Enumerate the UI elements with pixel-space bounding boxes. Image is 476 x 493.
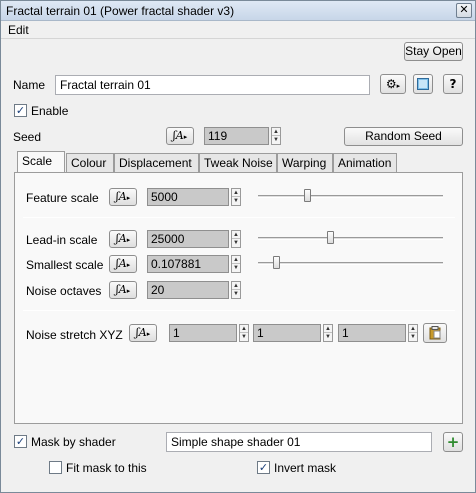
noise-stretch-function-button[interactable]: ʃA▸ (129, 324, 157, 342)
noise-stretch-y-field[interactable]: 1 (253, 324, 321, 342)
gear-icon: ⚙ (385, 77, 397, 91)
noise-stretch-x-field[interactable]: 1 (169, 324, 237, 342)
feature-scale-slider-track[interactable] (258, 195, 443, 198)
invert-mask-checkbox[interactable]: ✓ (257, 461, 270, 474)
lead-in-scale-field[interactable]: 25000 (147, 230, 229, 248)
noise-octaves-label: Noise octaves (26, 284, 102, 298)
name-field[interactable]: Fractal terrain 01 (55, 75, 370, 95)
smallest-scale-label: Smallest scale (26, 258, 104, 272)
random-seed-button[interactable]: Random Seed (344, 127, 463, 146)
add-shader-button[interactable]: + (443, 432, 463, 452)
invert-mask-label: Invert mask (274, 461, 337, 475)
preview-icon (417, 78, 429, 90)
tab-displacement[interactable]: Displacement (114, 153, 199, 172)
enable-checkbox[interactable]: ✓ (14, 104, 27, 117)
seed-label: Seed (13, 130, 42, 144)
lead-in-scale-function-button[interactable]: ʃA▸ (109, 230, 137, 248)
scale-panel: Feature scale ʃA▸ 5000 ▲ ▼ Lead-in scale … (14, 172, 463, 424)
separator (23, 310, 455, 311)
tab-animation[interactable]: Animation (333, 153, 397, 172)
feature-scale-spinner[interactable]: ▲ ▼ (231, 188, 241, 206)
lead-in-scale-label: Lead-in scale (26, 233, 98, 247)
stay-open-button[interactable]: Stay Open (404, 42, 463, 61)
tab-colour[interactable]: Colour (66, 153, 114, 172)
window-title: Fractal terrain 01 (Power fractal shader… (6, 4, 235, 18)
noise-stretch-z-field[interactable]: 1 (338, 324, 406, 342)
lead-in-scale-slider-thumb[interactable] (326, 231, 334, 244)
fit-mask-checkbox[interactable] (49, 461, 62, 474)
menu-bar: Edit (1, 21, 475, 39)
mask-by-shader-checkbox[interactable]: ✓ (14, 435, 27, 448)
noise-octaves-spinner[interactable]: ▲ ▼ (231, 281, 241, 299)
add-icon: + (446, 433, 460, 451)
tab-warping[interactable]: Warping (277, 153, 333, 172)
smallest-scale-field[interactable]: 0.107881 (147, 255, 229, 273)
gear-menu-button[interactable]: ⚙▸ (380, 74, 406, 94)
noise-stretch-y-spinner[interactable]: ▲ ▼ (323, 324, 333, 342)
noise-stretch-x-spinner[interactable]: ▲ ▼ (239, 324, 249, 342)
feature-scale-slider-thumb[interactable] (304, 189, 312, 202)
feature-scale-field[interactable]: 5000 (147, 188, 229, 206)
noise-octaves-function-button[interactable]: ʃA▸ (109, 281, 137, 299)
fit-mask-label: Fit mask to this (66, 461, 147, 475)
smallest-scale-slider-track[interactable] (258, 262, 443, 265)
close-button[interactable]: ✕ (456, 3, 472, 18)
tab-scale[interactable]: Scale (17, 151, 65, 173)
shader-window: Fractal terrain 01 (Power fractal shader… (0, 0, 476, 493)
spin-up-icon[interactable]: ▲ (272, 128, 280, 136)
separator (23, 217, 455, 218)
clipboard-icon (429, 326, 440, 340)
tab-tweak-noise[interactable]: Tweak Noise (199, 153, 277, 172)
seed-function-button[interactable]: ʃA▸ (166, 127, 194, 145)
menu-edit[interactable]: Edit (8, 23, 29, 37)
mask-shader-field[interactable]: Simple shape shader 01 (166, 432, 432, 452)
smallest-scale-function-button[interactable]: ʃA▸ (109, 255, 137, 273)
seed-field[interactable]: 119 (204, 127, 269, 145)
enable-label: Enable (31, 104, 69, 118)
feature-scale-function-button[interactable]: ʃA▸ (109, 188, 137, 206)
spin-down-icon[interactable]: ▼ (272, 136, 280, 144)
lead-in-scale-slider-track[interactable] (258, 237, 443, 240)
mask-by-shader-label: Mask by shader (31, 435, 116, 449)
clipboard-menu-button[interactable] (423, 323, 447, 343)
smallest-scale-slider-thumb[interactable] (273, 256, 280, 269)
name-label: Name (13, 78, 46, 92)
preview-button[interactable] (413, 74, 433, 94)
lead-in-scale-spinner[interactable]: ▲ ▼ (231, 230, 241, 248)
seed-spinner[interactable]: ▲ ▼ (271, 127, 281, 145)
smallest-scale-spinner[interactable]: ▲ ▼ (231, 255, 241, 273)
feature-scale-label: Feature scale (26, 191, 99, 205)
noise-stretch-label: Noise stretch XYZ (26, 328, 123, 342)
noise-octaves-field[interactable]: 20 (147, 281, 229, 299)
noise-stretch-z-spinner[interactable]: ▲ ▼ (408, 324, 418, 342)
title-bar[interactable]: Fractal terrain 01 (Power fractal shader… (1, 1, 475, 21)
help-button[interactable]: ? (443, 74, 463, 94)
